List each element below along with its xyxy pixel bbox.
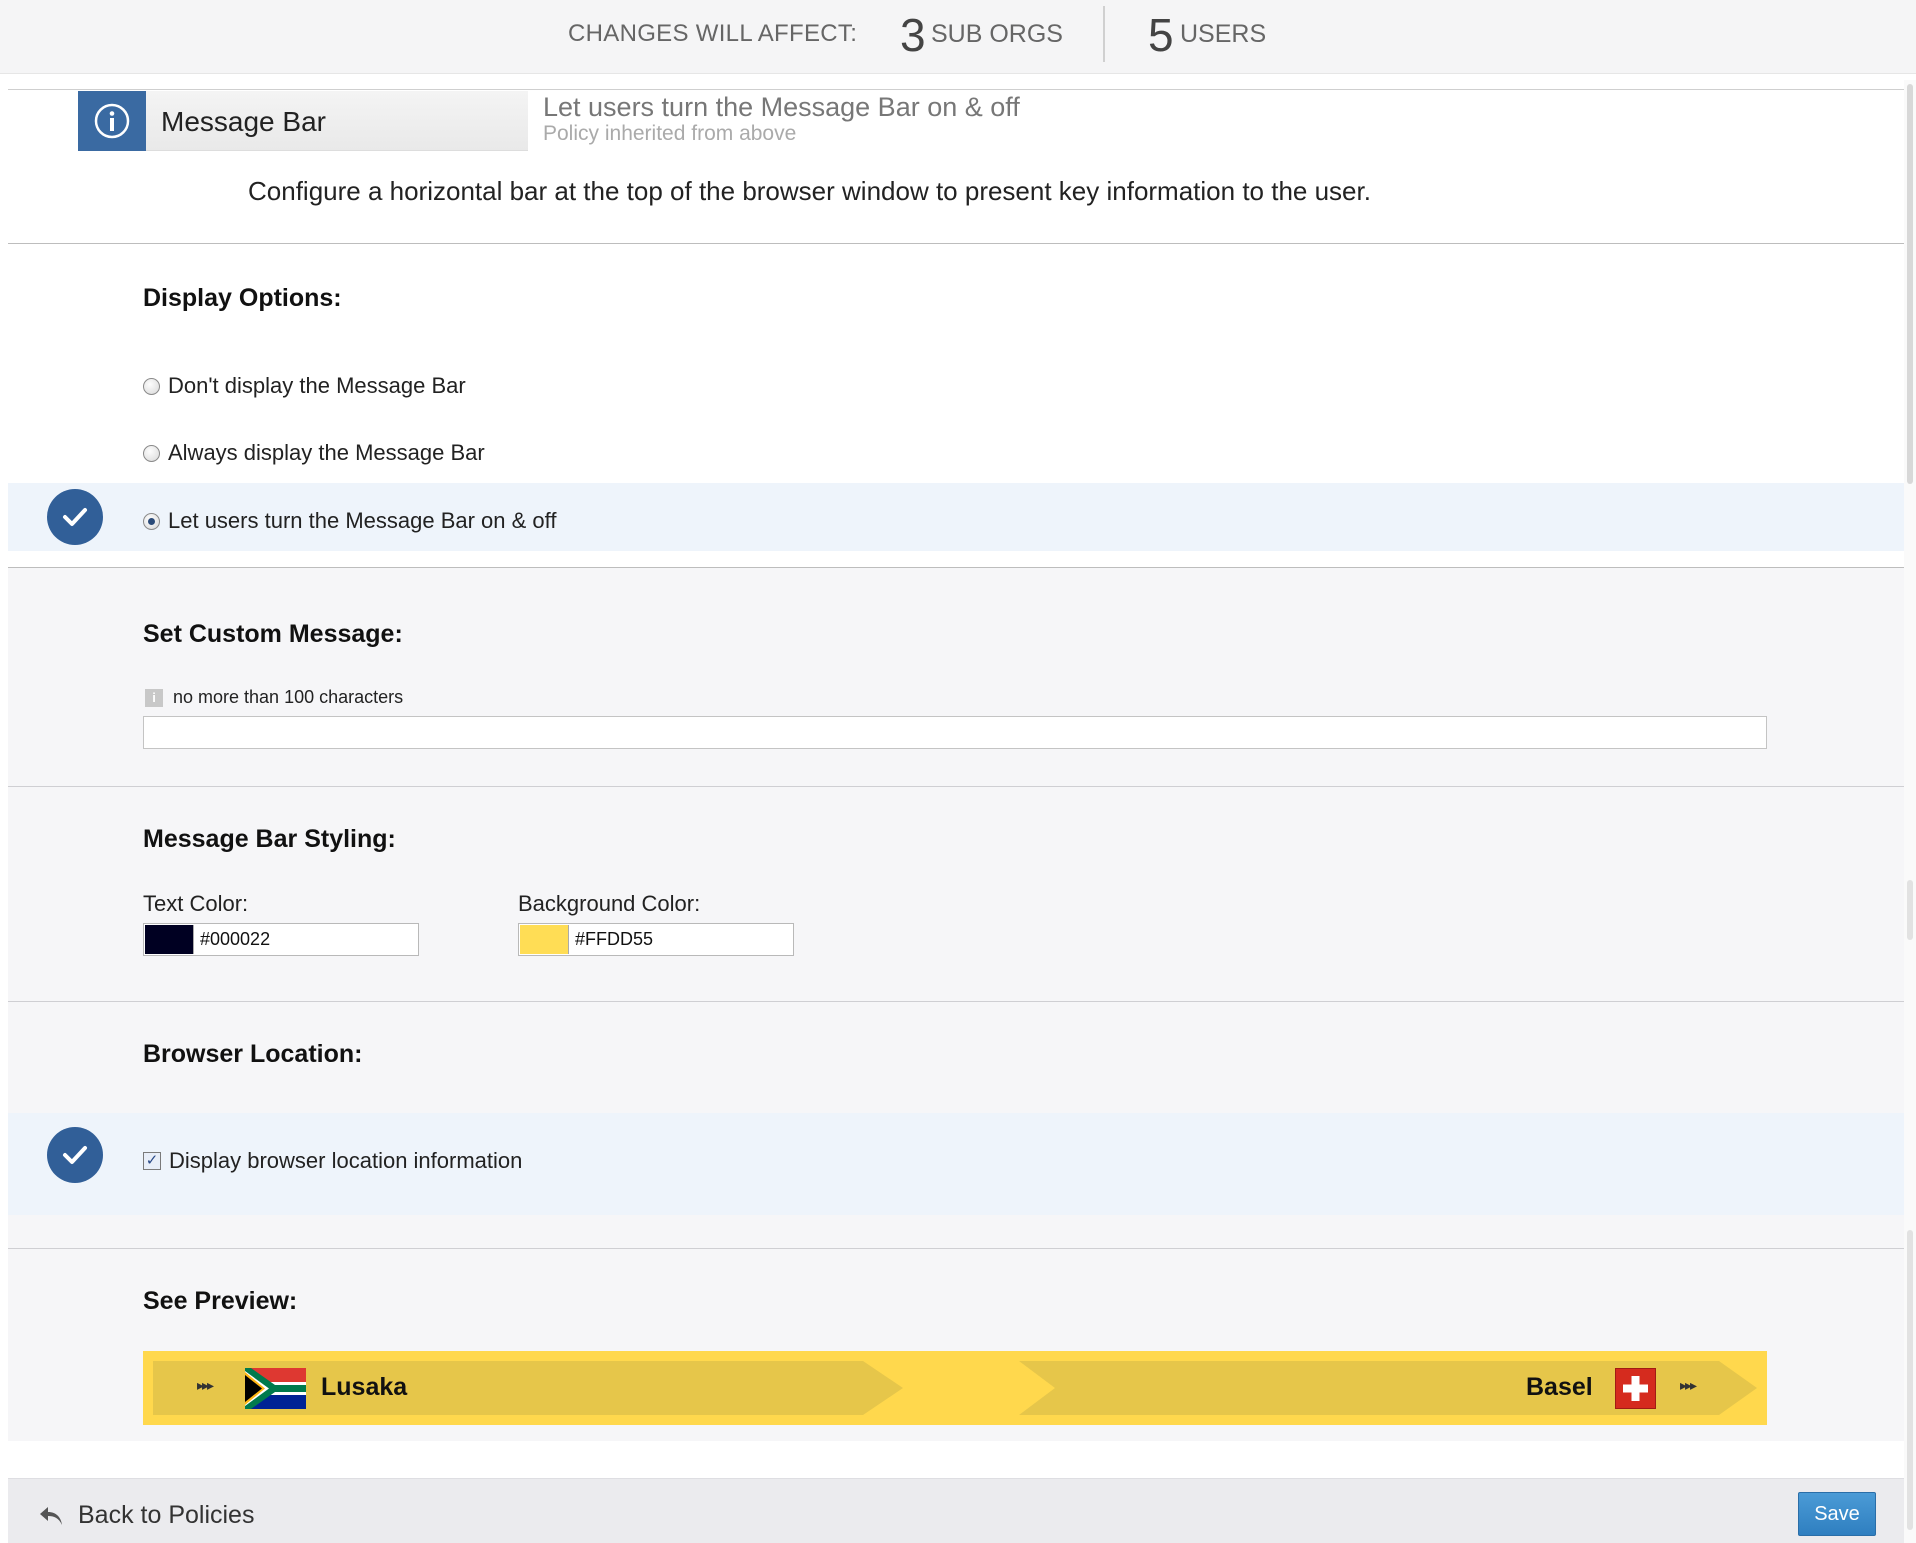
radio-let-users-toggle[interactable]	[143, 512, 160, 530]
background-color-swatch[interactable]	[520, 925, 569, 954]
users-count: 5	[1148, 9, 1174, 61]
browser-location-divider	[8, 1248, 1904, 1249]
back-to-policies-label: Back to Policies	[78, 1501, 255, 1529]
text-color-label: Text Color:	[143, 891, 249, 916]
text-color-field[interactable]: #000022	[143, 923, 419, 956]
browser-location-checkbox[interactable]: ✓	[143, 1152, 161, 1170]
policy-inheritance-note: Policy inherited from above	[543, 122, 797, 145]
switzerland-flag-icon	[1615, 1368, 1656, 1409]
preview-right-city: Basel	[1526, 1373, 1593, 1401]
preview-left-city: Lusaka	[321, 1373, 408, 1401]
option-label: Don't display the Message Bar	[168, 373, 466, 398]
message-bar-preview: ▸▸▸ Lusaka Basel ▸▸▸	[143, 1351, 1767, 1425]
policy-description: Configure a horizontal bar at the top of…	[248, 176, 1371, 206]
options-divider	[8, 567, 1904, 568]
affected-summary-bar: CHANGES WILL AFFECT: 3 SUB ORGS 5 USERS	[0, 0, 1916, 74]
custom-message-hint: i no more than 100 characters	[145, 687, 403, 708]
browser-location-title: Browser Location:	[143, 1040, 363, 1068]
radio-always-display[interactable]	[143, 444, 160, 462]
triple-arrow-icon: ▸▸▸	[1680, 1377, 1697, 1393]
styling-divider	[8, 1001, 1904, 1002]
option-label: Always display the Message Bar	[168, 440, 485, 465]
text-color-value[interactable]: #000022	[200, 929, 270, 950]
text-color-swatch[interactable]	[145, 925, 194, 954]
info-icon	[78, 91, 146, 151]
sub-orgs-count: 3	[900, 9, 926, 61]
background-color-label: Background Color:	[518, 891, 701, 916]
styling-title: Message Bar Styling:	[143, 825, 396, 853]
selected-checkmark-icon	[47, 489, 103, 545]
custom-message-input[interactable]	[143, 716, 1767, 749]
footer-bar: Back to Policies	[8, 1478, 1904, 1543]
scrollbar-thumb[interactable]	[1907, 84, 1913, 484]
radio-dont-display[interactable]	[143, 377, 160, 395]
south-africa-flag-icon	[245, 1368, 306, 1409]
browser-location-label: Display browser location information	[169, 1148, 523, 1173]
header-divider	[8, 89, 1904, 90]
background-color-value[interactable]: #FFDD55	[575, 929, 653, 950]
option-label: Let users turn the Message Bar on & off	[168, 508, 557, 533]
custom-message-divider	[8, 786, 1904, 787]
display-options-title: Display Options:	[143, 284, 342, 312]
description-divider	[8, 243, 1904, 244]
back-arrow-icon	[40, 1506, 62, 1525]
info-small-icon: i	[145, 688, 163, 707]
browser-location-option[interactable]: ✓ Display browser location information	[143, 1148, 522, 1174]
policy-title-tag: Message Bar	[78, 91, 528, 151]
hint-text: no more than 100 characters	[173, 687, 404, 707]
custom-message-title: Set Custom Message:	[143, 620, 403, 648]
users-label: USERS	[1180, 20, 1267, 48]
scrollbar-segment	[1907, 1230, 1913, 1530]
browser-location-checkmark-icon	[47, 1127, 103, 1183]
sub-orgs-label: SUB ORGS	[931, 20, 1063, 48]
policy-current-state: Let users turn the Message Bar on & off	[543, 92, 1020, 122]
save-button[interactable]: Save	[1798, 1492, 1876, 1536]
summary-divider	[1103, 6, 1105, 62]
option-let-users-toggle[interactable]: Let users turn the Message Bar on & off	[143, 508, 556, 534]
changes-will-affect-label: CHANGES WILL AFFECT:	[568, 20, 858, 47]
scrollbar-segment	[1907, 880, 1913, 940]
background-color-field[interactable]: #FFDD55	[518, 923, 794, 956]
option-always-display[interactable]: Always display the Message Bar	[143, 440, 485, 466]
page-scrollbar[interactable]	[1904, 80, 1916, 1543]
preview-title: See Preview:	[143, 1287, 298, 1315]
back-to-policies-link[interactable]: Back to Policies	[38, 1501, 254, 1530]
policy-name: Message Bar	[161, 106, 326, 137]
option-dont-display[interactable]: Don't display the Message Bar	[143, 373, 466, 399]
triple-arrow-icon: ▸▸▸	[197, 1377, 214, 1393]
